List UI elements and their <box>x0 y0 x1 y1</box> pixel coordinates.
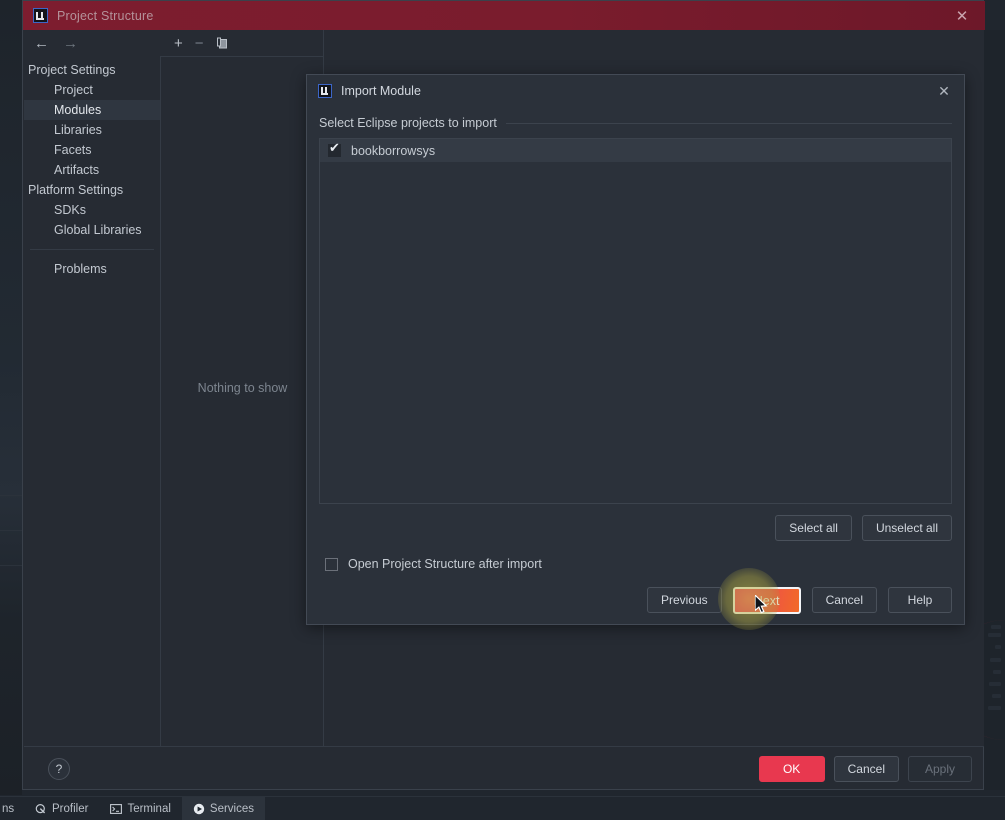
statusbar-label-profiler: Profiler <box>52 802 89 815</box>
sidebar-item-problems[interactable]: Problems <box>24 259 160 279</box>
section-header: Select Eclipse projects to import <box>319 116 952 130</box>
close-icon[interactable]: ✕ <box>934 81 954 101</box>
sidebar-group-platform-settings: Platform Settings <box>28 183 124 197</box>
forward-arrow-icon[interactable]: → <box>63 36 78 51</box>
unselect-all-button[interactable]: Unselect all <box>861 515 952 541</box>
project-checkbox[interactable] <box>328 141 341 157</box>
section-label: Select Eclipse projects to import <box>319 116 497 130</box>
import-module-title: Import Module <box>341 84 421 98</box>
statusbar-item-terminal[interactable]: Terminal <box>99 797 181 820</box>
import-module-titlebar: Import Module ✕ <box>307 75 964 107</box>
statusbar-label-terminal: Terminal <box>127 802 171 815</box>
intellij-idea-icon <box>318 84 332 98</box>
ok-button[interactable]: OK <box>758 755 825 782</box>
sidebar-item-sdks[interactable]: SDKs <box>24 200 160 220</box>
sidebar-item-global-libraries[interactable]: Global Libraries <box>24 220 160 240</box>
help-icon[interactable]: ? <box>48 757 70 780</box>
sidebar-item-modules[interactable]: Modules <box>24 100 160 120</box>
open-project-structure-checkbox[interactable] <box>325 557 338 571</box>
statusbar-label-truncated: ns <box>2 802 15 815</box>
section-rule <box>505 122 952 124</box>
eclipse-projects-list[interactable]: bookborrowsys <box>319 138 952 504</box>
apply-button: Apply <box>908 755 972 782</box>
statusbar-label-services: Services <box>209 802 255 815</box>
sidebar-item-artifacts[interactable]: Artifacts <box>24 160 160 180</box>
modules-panel: + − Nothing to show <box>161 30 324 746</box>
import-module-dialog: Import Module ✕ Select Eclipse projects … <box>306 74 965 625</box>
back-arrow-icon[interactable]: ← <box>34 36 49 51</box>
services-icon <box>193 803 205 815</box>
project-name: bookborrowsys <box>351 143 436 158</box>
status-bar: ns Profiler Terminal Services <box>0 796 1005 820</box>
sidebar-group-project-settings: Project Settings <box>28 63 116 77</box>
list-item[interactable]: bookborrowsys <box>320 139 951 162</box>
settings-sidebar: Project Settings Project Modules Librari… <box>24 56 161 746</box>
profiler-icon <box>35 803 47 815</box>
screen: Project Structure ✕ ← → Project Settings… <box>0 0 1005 820</box>
intellij-idea-icon <box>33 8 48 23</box>
window-title: Project Structure <box>57 8 154 23</box>
terminal-icon <box>110 803 123 815</box>
sidebar-item-project[interactable]: Project <box>24 80 160 100</box>
sidebar-divider <box>30 249 154 250</box>
close-icon[interactable]: ✕ <box>939 1 985 30</box>
statusbar-item-services[interactable]: Services <box>181 796 266 820</box>
ide-left-toolwindow-strip <box>0 0 22 795</box>
navigation-toolbar: ← → <box>24 30 160 56</box>
cancel-button[interactable]: Cancel <box>833 755 899 782</box>
project-structure-titlebar: Project Structure ✕ <box>23 1 985 30</box>
sidebar-item-libraries[interactable]: Libraries <box>24 120 160 140</box>
select-all-button[interactable]: Select all <box>775 515 852 541</box>
statusbar-item-truncated[interactable]: ns <box>0 797 24 820</box>
statusbar-item-profiler[interactable]: Profiler <box>24 797 99 820</box>
previous-button[interactable]: Previous <box>646 587 722 613</box>
open-project-structure-label: Open Project Structure after import <box>348 557 542 571</box>
help-button[interactable]: Help <box>888 587 952 613</box>
modules-empty-text: Nothing to show <box>197 381 288 395</box>
open-project-structure-option[interactable]: Open Project Structure after import <box>325 557 964 571</box>
dialog-action-buttons: Previous Next Cancel Help <box>319 587 952 614</box>
project-structure-footer: ? OK Cancel Apply <box>24 746 984 790</box>
selection-buttons: Select all Unselect all <box>319 515 952 541</box>
mouse-cursor <box>754 593 769 620</box>
cancel-button[interactable]: Cancel <box>811 587 877 613</box>
sidebar-item-facets[interactable]: Facets <box>24 140 160 160</box>
